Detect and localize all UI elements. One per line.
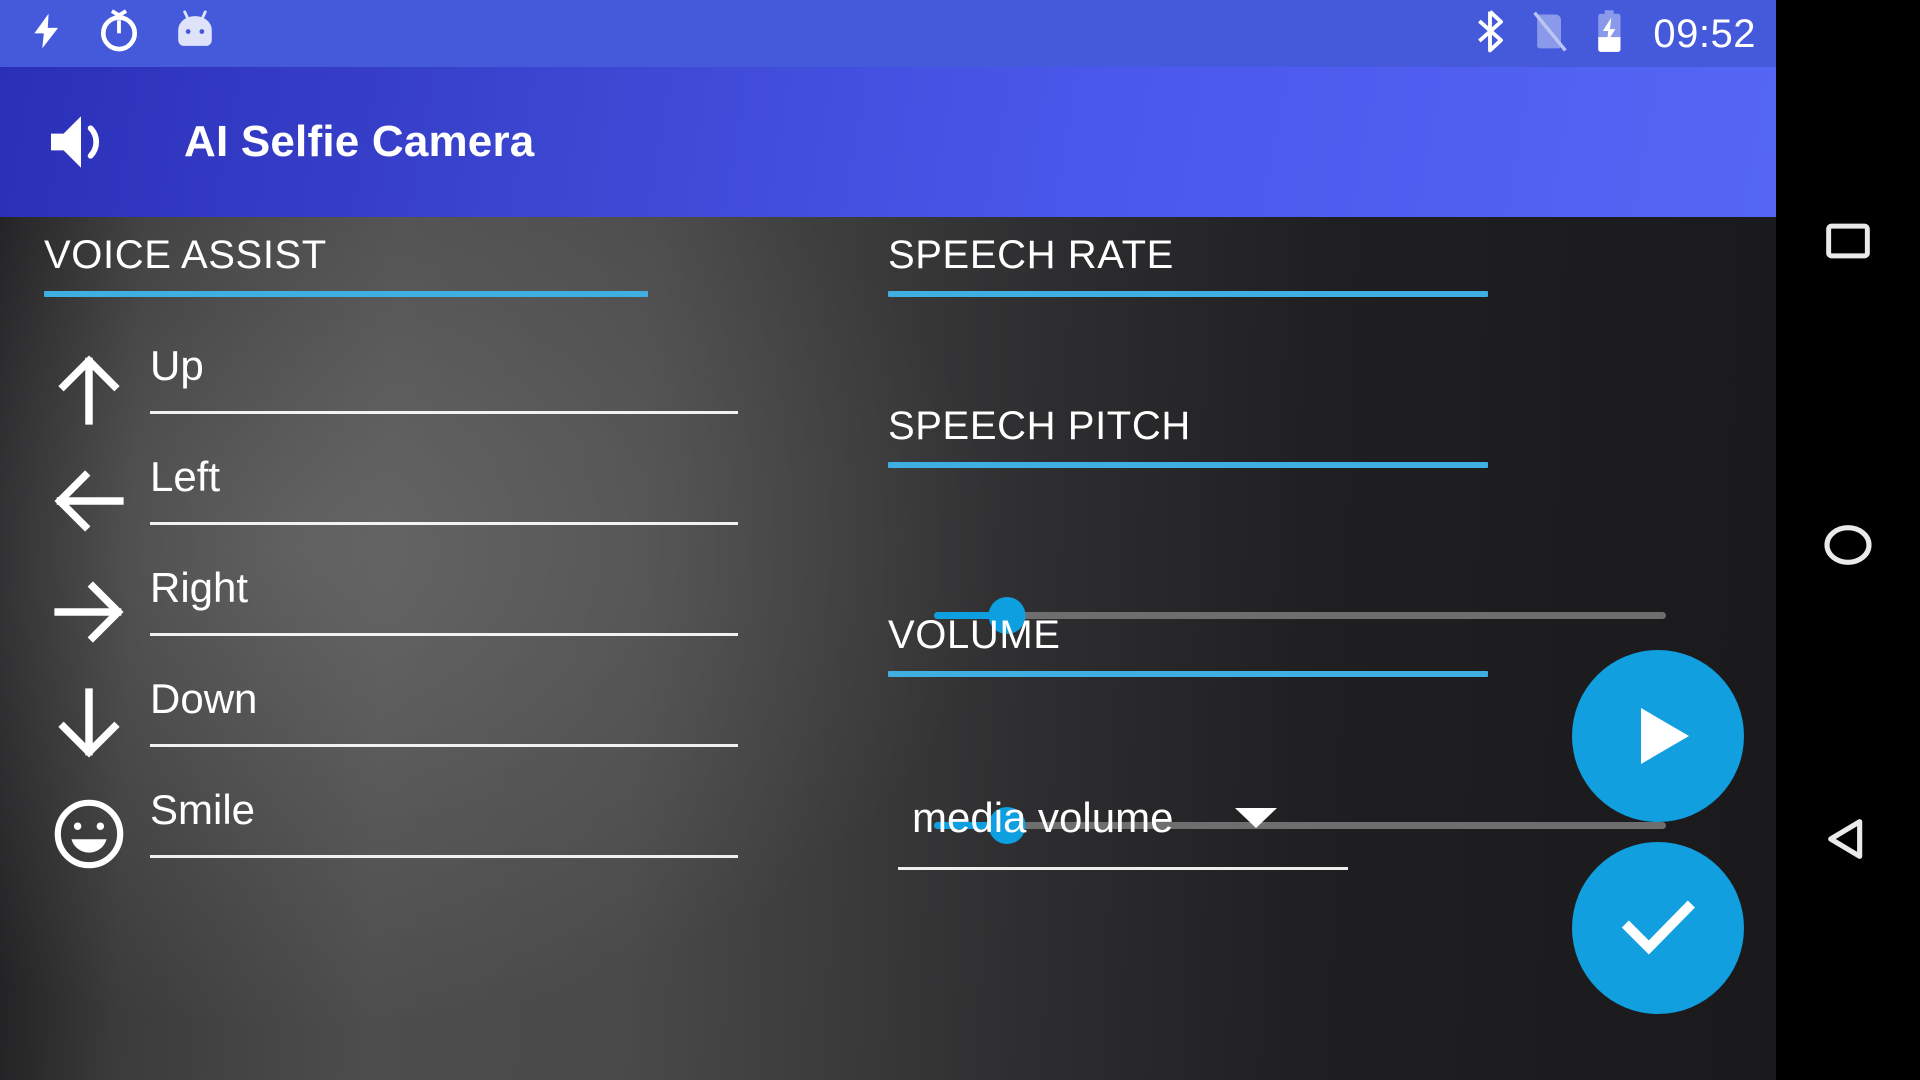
settings-content: VOICE ASSIST Up Left Right Down Smile SP… — [0, 217, 1776, 1080]
dropdown-underline — [898, 867, 1348, 870]
flash-icon — [28, 9, 66, 58]
battery-charging-icon — [1593, 8, 1625, 59]
voice-assist-field-left[interactable]: Left — [150, 456, 738, 525]
alarm-icon — [96, 8, 142, 59]
speech-rate-label: SPEECH RATE — [888, 233, 1174, 277]
android-head-icon — [172, 10, 218, 57]
status-bar-right-icons: 09:52 — [1473, 8, 1776, 59]
field-underline — [150, 633, 738, 636]
system-navigation-bar — [1776, 0, 1920, 1080]
status-bar-left-icons — [0, 8, 218, 59]
signal-off-icon — [1531, 9, 1569, 58]
voice-assist-row-down[interactable]: Down — [40, 678, 740, 788]
voice-assist-value-right: Right — [150, 564, 249, 611]
arrow-down-icon — [50, 684, 128, 762]
field-underline — [150, 744, 738, 747]
voice-assist-field-down[interactable]: Down — [150, 678, 738, 747]
speech-rate-rule — [888, 291, 1488, 297]
voice-assist-value-down: Down — [150, 675, 258, 722]
voice-assist-field-up[interactable]: Up — [150, 345, 738, 414]
square-recents-icon — [1821, 214, 1875, 273]
bluetooth-icon — [1473, 9, 1507, 58]
field-underline — [150, 411, 738, 414]
voice-assist-row-smile[interactable]: Smile — [40, 789, 740, 899]
home-button[interactable] — [1813, 512, 1883, 582]
voice-assist-value-left: Left — [150, 453, 221, 500]
volume-speaker-icon — [42, 106, 114, 178]
speech-pitch-label: SPEECH PITCH — [888, 404, 1191, 448]
recents-button[interactable] — [1813, 208, 1883, 278]
done-button[interactable] — [1572, 842, 1744, 1014]
voice-assist-label: VOICE ASSIST — [44, 233, 327, 277]
smile-icon — [50, 795, 128, 873]
speech-pitch-rule — [888, 462, 1488, 468]
speech-pitch-section-header: SPEECH PITCH — [888, 406, 1488, 468]
status-bar: 09:52 — [0, 0, 1776, 67]
status-bar-clock: 09:52 — [1653, 11, 1756, 56]
arrow-left-icon — [50, 462, 128, 540]
arrow-right-icon — [50, 573, 128, 651]
volume-stream-selected-value: media volume — [912, 794, 1174, 841]
voice-assist-section-header: VOICE ASSIST — [44, 235, 648, 297]
back-button[interactable] — [1813, 806, 1883, 876]
volume-stream-dropdown[interactable]: media volume — [898, 797, 1348, 870]
field-underline — [150, 855, 738, 858]
field-underline — [150, 522, 738, 525]
voice-assist-value-smile: Smile — [150, 786, 256, 833]
volume-section-header: VOLUME — [888, 615, 1488, 677]
chevron-down-icon — [1235, 808, 1278, 828]
triangle-back-icon — [1820, 811, 1876, 872]
play-button[interactable] — [1572, 650, 1744, 822]
voice-assist-value-up: Up — [150, 342, 204, 389]
play-icon — [1641, 708, 1689, 764]
check-icon — [1612, 880, 1704, 977]
voice-assist-field-smile[interactable]: Smile — [150, 789, 738, 858]
voice-assist-row-up[interactable]: Up — [40, 345, 740, 455]
voice-assist-row-right[interactable]: Right — [40, 567, 740, 677]
phone-viewport: 09:52 AI Selfie Camera VOICE ASSIST Up L… — [0, 0, 1776, 1080]
volume-label: VOLUME — [888, 613, 1061, 657]
app-bar-title: AI Selfie Camera — [184, 117, 535, 166]
voice-assist-field-right[interactable]: Right — [150, 567, 738, 636]
speech-rate-section-header: SPEECH RATE — [888, 235, 1488, 297]
circle-home-icon — [1820, 517, 1876, 578]
arrow-up-icon — [50, 351, 128, 429]
volume-rule — [888, 671, 1488, 677]
screen-root: 09:52 AI Selfie Camera VOICE ASSIST Up L… — [0, 0, 1920, 1080]
voice-assist-row-left[interactable]: Left — [40, 456, 740, 566]
app-bar: AI Selfie Camera — [0, 67, 1776, 217]
voice-assist-rule — [44, 291, 648, 297]
